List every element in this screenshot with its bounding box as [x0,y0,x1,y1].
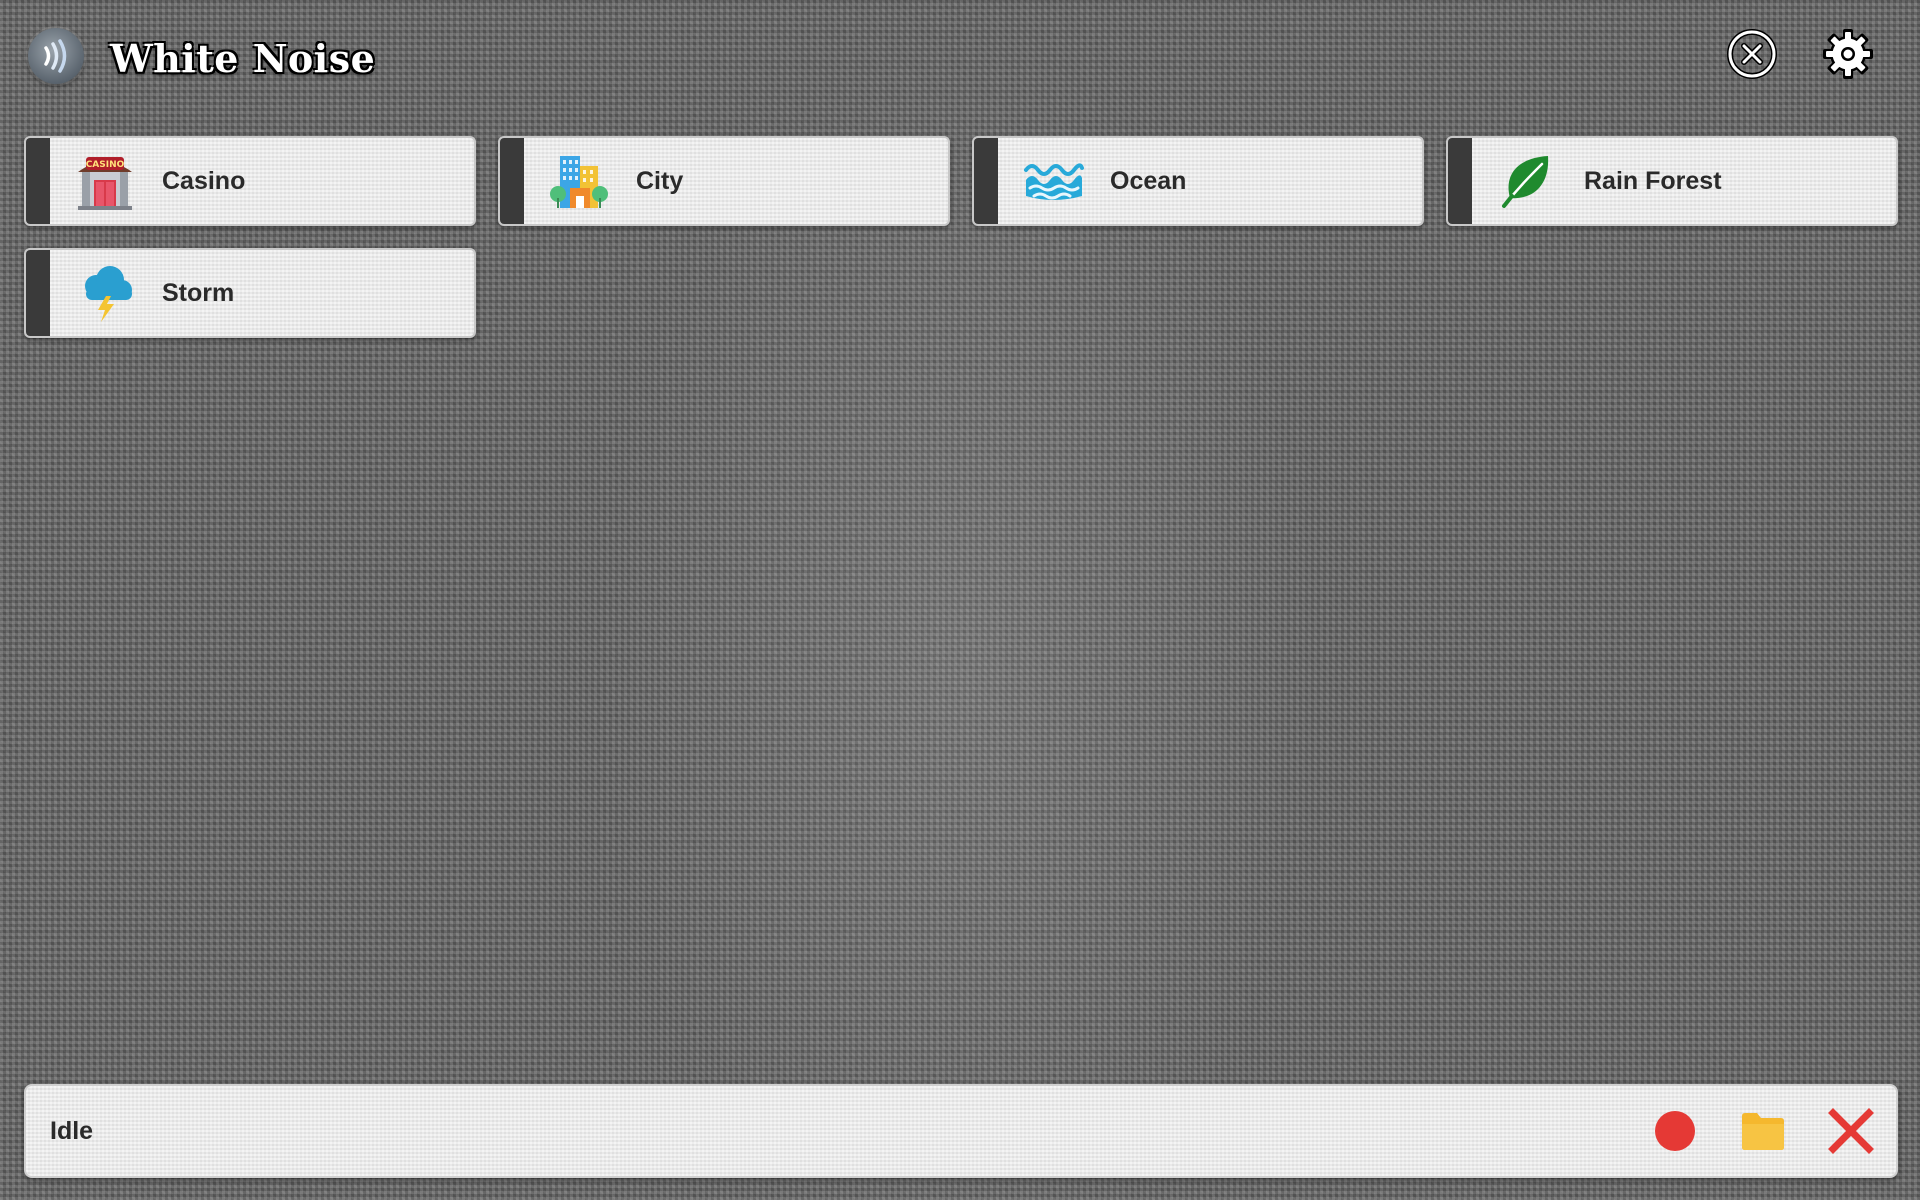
sound-label: Casino [162,166,246,195]
sound-card-city[interactable]: City [498,136,950,226]
sound-card-casino[interactable]: CASINO Casino [24,136,476,226]
casino-icon: CASINO [74,150,136,212]
sound-label: Ocean [1110,166,1187,195]
card-stripe [1448,138,1472,224]
folder-icon [1742,1113,1784,1150]
sound-label: Storm [162,278,235,307]
svg-text:CASINO: CASINO [86,160,125,170]
record-icon [1655,1111,1695,1151]
close-circle-icon [1727,29,1777,79]
record-button[interactable] [1648,1104,1702,1158]
app-title: White Noise [110,35,376,81]
app-logo [28,28,84,84]
storm-cloud-icon [74,262,136,324]
card-stripe [26,250,50,336]
card-stripe [26,138,50,224]
card-stripe [500,138,524,224]
sound-label: Rain Forest [1584,166,1722,195]
leaf-icon [1496,150,1558,212]
sound-card-ocean[interactable]: Ocean [972,136,1424,226]
open-folder-button[interactable] [1736,1104,1790,1158]
sound-waves-icon [44,39,67,73]
sound-label: City [636,166,684,195]
sound-card-rain-forest[interactable]: Rain Forest [1446,136,1898,226]
sound-card-storm[interactable]: Storm [24,248,476,338]
card-stripe [974,138,998,224]
status-text: Idle [50,1116,94,1145]
settings-button[interactable] [1820,26,1876,82]
gear-icon [1823,29,1873,79]
close-app-button[interactable] [1724,26,1780,82]
status-bar: Idle [24,1084,1898,1178]
ocean-waves-icon [1022,150,1084,212]
stop-button[interactable] [1824,1104,1878,1158]
stop-x-icon [1828,1108,1874,1154]
city-buildings-icon [548,150,610,212]
